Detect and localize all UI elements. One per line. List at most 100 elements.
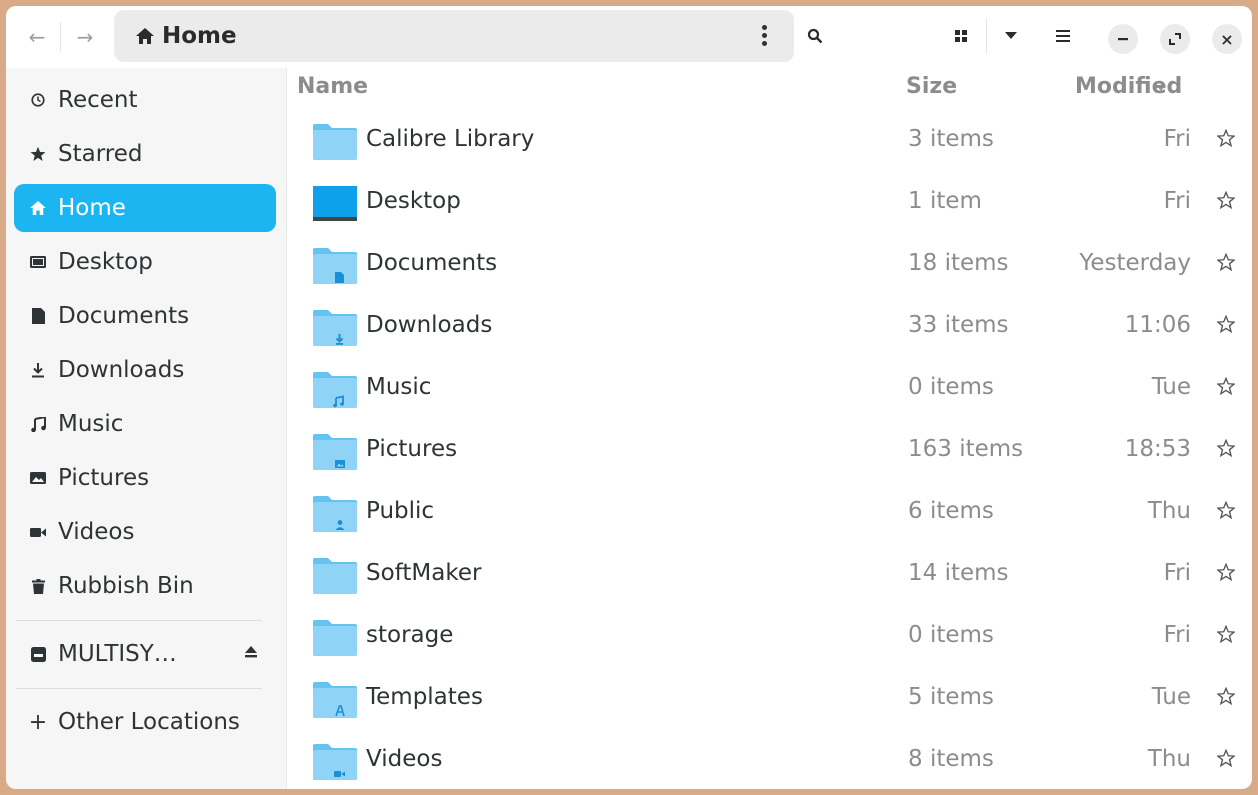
grid-view-icon xyxy=(955,30,967,42)
path-home-button[interactable]: Home xyxy=(136,23,237,49)
music-icon xyxy=(28,416,48,432)
sidebar-item-recent[interactable]: Recent xyxy=(14,76,276,124)
plus-icon: + xyxy=(28,709,48,735)
column-header-name[interactable]: Name xyxy=(297,74,368,99)
sidebar-item-documents[interactable]: Documents xyxy=(14,292,276,340)
file-modified: Fri xyxy=(1163,560,1191,586)
column-header-size[interactable]: Size xyxy=(906,74,957,99)
trash-icon xyxy=(28,578,48,594)
desktop-icon xyxy=(28,256,48,268)
grid-view-button[interactable] xyxy=(944,19,978,53)
folder-icon xyxy=(313,124,357,160)
maximize-button[interactable] xyxy=(1160,24,1190,54)
file-row[interactable]: Public 6 items Thu xyxy=(287,484,1252,546)
sidebar-item-starred[interactable]: Starred xyxy=(14,130,276,178)
file-size: 14 items xyxy=(908,560,1009,586)
home-icon xyxy=(136,28,154,44)
clock-icon xyxy=(28,93,48,107)
sidebar: Recent Starred Home Desktop Documents Do… xyxy=(6,68,286,789)
video-icon xyxy=(28,527,48,538)
file-modified: Fri xyxy=(1163,188,1191,214)
file-modified: Tue xyxy=(1151,374,1191,400)
star-outline-icon[interactable] xyxy=(1216,686,1236,710)
sidebar-separator xyxy=(16,620,262,621)
column-header-modified[interactable]: Modified xyxy=(1075,74,1182,99)
file-row[interactable]: SoftMaker 14 items Fri xyxy=(287,546,1252,608)
sidebar-item-other-locations[interactable]: + Other Locations xyxy=(14,698,276,746)
sidebar-item-desktop[interactable]: Desktop xyxy=(14,238,276,286)
file-row[interactable]: Pictures 163 items 18:53 xyxy=(287,422,1252,484)
maximize-icon xyxy=(1169,33,1181,45)
file-name: Templates xyxy=(366,684,483,710)
view-options-button[interactable] xyxy=(994,19,1028,53)
sidebar-item-label: Other Locations xyxy=(58,709,240,735)
sidebar-item-label: Pictures xyxy=(58,465,150,491)
nav-separator xyxy=(60,22,61,52)
star-outline-icon[interactable] xyxy=(1216,748,1236,772)
close-button[interactable]: × xyxy=(1212,24,1242,54)
sidebar-item-label: Documents xyxy=(58,303,190,329)
star-outline-icon[interactable] xyxy=(1216,252,1236,276)
file-row[interactable]: storage 0 items Fri xyxy=(287,608,1252,670)
star-outline-icon[interactable] xyxy=(1216,438,1236,462)
minimize-button[interactable] xyxy=(1108,24,1138,54)
star-outline-icon[interactable] xyxy=(1216,128,1236,152)
file-name: Pictures xyxy=(366,436,458,462)
sidebar-item-videos[interactable]: Videos xyxy=(14,508,276,556)
main-menu-button[interactable] xyxy=(1046,19,1080,53)
view-separator xyxy=(986,18,987,54)
file-modified: 11:06 xyxy=(1124,312,1191,338)
location-label: Home xyxy=(162,23,237,49)
file-size: 6 items xyxy=(908,498,994,524)
back-arrow-icon: ← xyxy=(28,25,46,49)
star-outline-icon[interactable] xyxy=(1216,190,1236,214)
file-row[interactable]: Music 0 items Tue xyxy=(287,360,1252,422)
sidebar-item-rubbish-bin[interactable]: Rubbish Bin xyxy=(14,562,276,610)
sidebar-item-label: Home xyxy=(58,195,126,221)
star-outline-icon[interactable] xyxy=(1216,376,1236,400)
chevron-down-icon xyxy=(1005,32,1017,39)
file-name: Music xyxy=(366,374,432,400)
file-row[interactable]: Calibre Library 3 items Fri xyxy=(287,112,1252,174)
sidebar-item-label: Desktop xyxy=(58,249,153,275)
star-icon xyxy=(28,146,48,162)
sidebar-item-home[interactable]: Home xyxy=(14,184,276,232)
sidebar-item-label: Recent xyxy=(58,87,138,113)
back-button[interactable]: ← xyxy=(20,20,54,54)
file-row[interactable]: Downloads 33 items 11:06 xyxy=(287,298,1252,360)
file-row[interactable]: Videos 8 items Thu xyxy=(287,732,1252,789)
eject-icon[interactable] xyxy=(244,642,258,663)
star-outline-icon[interactable] xyxy=(1216,314,1236,338)
forward-arrow-icon: → xyxy=(76,25,94,49)
sidebar-item-drive[interactable]: MULTISY… xyxy=(14,630,276,678)
file-name: Documents xyxy=(366,250,498,276)
minimize-icon xyxy=(1118,38,1128,41)
folder-icon xyxy=(313,496,357,532)
file-size: 163 items xyxy=(908,436,1024,462)
file-name: Public xyxy=(366,498,435,524)
menu-dot-icon xyxy=(761,33,767,38)
search-button[interactable] xyxy=(798,19,832,53)
file-size: 1 item xyxy=(908,188,982,214)
file-row[interactable]: Templates 5 items Tue xyxy=(287,670,1252,732)
sidebar-item-pictures[interactable]: Pictures xyxy=(14,454,276,502)
download-icon xyxy=(28,362,48,378)
star-outline-icon[interactable] xyxy=(1216,624,1236,648)
file-modified: Thu xyxy=(1147,498,1191,524)
menu-dot-icon xyxy=(761,41,767,46)
star-outline-icon[interactable] xyxy=(1216,562,1236,586)
file-size: 3 items xyxy=(908,126,994,152)
path-bar[interactable]: Home xyxy=(114,10,794,62)
star-outline-icon[interactable] xyxy=(1216,500,1236,524)
file-size: 8 items xyxy=(908,746,994,772)
location-menu-button[interactable] xyxy=(760,22,768,50)
sidebar-item-downloads[interactable]: Downloads xyxy=(14,346,276,394)
forward-button[interactable]: → xyxy=(68,20,102,54)
close-icon: × xyxy=(1220,29,1234,49)
sidebar-item-music[interactable]: Music xyxy=(14,400,276,448)
file-row[interactable]: Documents 18 items Yesterday xyxy=(287,236,1252,298)
file-row[interactable]: Desktop 1 item Fri xyxy=(287,174,1252,236)
file-modified: Fri xyxy=(1163,622,1191,648)
folder-icon xyxy=(313,372,357,408)
folder-icon xyxy=(313,620,357,656)
